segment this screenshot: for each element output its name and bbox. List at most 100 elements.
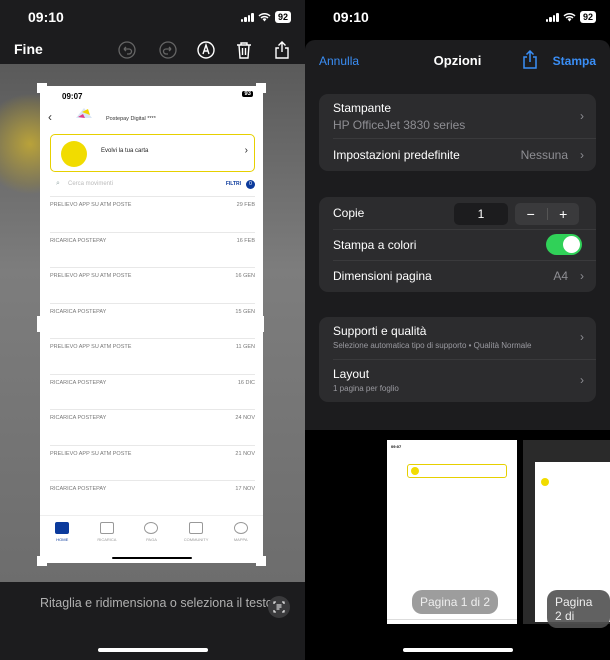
chat-icon	[189, 522, 204, 534]
transaction-row: RICARICA POSTEPAY 24 NOV	[50, 409, 255, 445]
tab-ricarica: RICARICA	[87, 516, 127, 563]
search-icon: ⌕	[56, 180, 60, 187]
battery-icon: 92	[274, 11, 291, 23]
filter-count: 0	[246, 180, 255, 189]
screenshot-preview: 09:07 93 ‹ Postepay Digital **** Evolvi …	[40, 86, 263, 563]
share-icon[interactable]	[522, 50, 538, 69]
media-layout-group: Supporti e qualità Selezione automatica …	[319, 317, 596, 402]
tab-home: HOME	[42, 516, 82, 563]
map-pin-icon	[233, 522, 248, 534]
account-name: Postepay Digital ****	[106, 116, 156, 122]
print-options-panel: 09:10 92 Annulla Opzioni Stampa Stampant…	[305, 0, 610, 660]
search-placeholder: Cerca movimenti	[68, 181, 114, 187]
crop-hint-text: Ritaglia e ridimensiona o seleziona il t…	[40, 596, 273, 610]
back-arrow-icon: ‹	[48, 110, 52, 124]
tab-mappa: MAPPA	[221, 516, 261, 563]
status-time: 09:10	[28, 9, 64, 25]
transaction-row: RICARICA POSTEPAY 17 NOV	[50, 480, 255, 516]
chevron-right-icon: ›	[580, 330, 584, 344]
crop-handle-bottom-right[interactable]	[256, 556, 266, 566]
increment-button[interactable]: +	[548, 203, 580, 225]
media-quality-sub: Selezione automatica tipo di supporto • …	[333, 341, 532, 350]
color-toggle[interactable]	[546, 234, 582, 255]
status-bar: 09:10 92	[305, 0, 610, 36]
chevron-right-icon: ›	[244, 145, 248, 156]
crop-handle-top-left[interactable]	[37, 83, 47, 93]
postepay-logo-icon	[76, 108, 92, 118]
crop-handle-right[interactable]	[260, 316, 264, 332]
color-label: Stampa a colori	[333, 238, 417, 252]
presets-row[interactable]: Impostazioni predefinite Nessuna ›	[319, 139, 596, 171]
crop-handle-left[interactable]	[37, 316, 47, 332]
filter-label: FILTRI	[225, 181, 241, 187]
page-2-label: Pagina 2 di	[547, 590, 610, 628]
wallet-icon	[99, 522, 114, 534]
copies-label: Copie	[333, 206, 365, 220]
transaction-row: PRELIEVO APP SU ATM POSTE 21 NOV	[50, 444, 255, 481]
media-quality-label: Supporti e qualità	[333, 324, 427, 338]
transaction-row: RICARICA POSTEPAY 15 GEN	[50, 302, 255, 339]
transaction-row: RICARICA POSTEPAY 16 FEB	[50, 231, 255, 268]
preview-status-time: 09:07	[62, 92, 83, 101]
chevron-right-icon: ›	[580, 373, 584, 387]
done-button[interactable]: Fine	[14, 41, 43, 57]
paper-size-value: A4	[553, 269, 568, 283]
paper-size-label: Dimensioni pagina	[333, 269, 432, 283]
wifi-icon	[563, 13, 576, 22]
media-quality-row[interactable]: Supporti e qualità Selezione automatica …	[319, 317, 596, 359]
crop-handle-bottom-left[interactable]	[37, 556, 47, 566]
printer-group: Stampante HP OfficeJet 3830 series › Imp…	[319, 94, 596, 171]
transactions-list: PRELIEVO APP SU ATM POSTE 29 FEB RICARICA…	[40, 196, 263, 516]
home-icon	[55, 522, 70, 534]
page-1-label: Pagina 1 di 2	[412, 590, 499, 614]
transaction-row: PRELIEVO APP SU ATM POSTE 29 FEB	[50, 196, 255, 232]
tab-paga: PAGA	[131, 516, 171, 563]
home-indicator	[98, 648, 208, 652]
trash-icon[interactable]	[233, 39, 255, 61]
printer-row[interactable]: Stampante HP OfficeJet 3830 series ›	[319, 94, 596, 138]
layout-row[interactable]: Layout 1 pagina per foglio ›	[319, 360, 596, 402]
screenshot-canvas[interactable]: 09:07 93 ‹ Postepay Digital **** Evolvi …	[0, 64, 305, 582]
euro-icon	[144, 522, 159, 534]
presets-value: Nessuna	[520, 148, 568, 162]
copies-row: Copie 1 − +	[319, 197, 596, 229]
text-select-icon[interactable]	[268, 596, 290, 618]
home-indicator	[403, 648, 513, 652]
printer-value: HP OfficeJet 3830 series	[333, 118, 466, 132]
print-preview-area[interactable]: 09:07 Pagina 1 di 2 Pagina 2 di	[305, 430, 610, 660]
layout-sub: 1 pagina per foglio	[333, 384, 399, 393]
battery-icon: 92	[579, 11, 596, 23]
print-button[interactable]: Stampa	[553, 54, 596, 68]
transaction-row: PRELIEVO APP SU ATM POSTE 11 GEN	[50, 338, 255, 374]
layout-label: Layout	[333, 367, 370, 381]
share-icon[interactable]	[271, 39, 293, 61]
chevron-right-icon: ›	[580, 269, 584, 283]
print-nav-bar: Annulla Opzioni Stampa	[305, 40, 610, 80]
redo-icon[interactable]	[157, 39, 179, 61]
decrement-button[interactable]: −	[515, 203, 547, 225]
editor-toolbar: Fine	[0, 36, 305, 64]
copies-group: Copie 1 − + Stampa a colori Dimensioni p…	[319, 197, 596, 292]
markup-pen-icon[interactable]	[195, 39, 217, 61]
transaction-row: PRELIEVO APP SU ATM POSTE 16 GEN	[50, 267, 255, 303]
card-upgrade-icon	[61, 141, 87, 167]
presets-label: Impostazioni predefinite	[333, 148, 460, 162]
crop-handle-top-right[interactable]	[256, 83, 266, 93]
printer-label: Stampante	[333, 101, 392, 115]
preview-battery: 93	[242, 91, 253, 97]
signal-icon	[240, 12, 254, 22]
copies-stepper[interactable]: − +	[515, 203, 579, 225]
color-row: Stampa a colori	[319, 229, 596, 261]
search-bar: ⌕ Cerca movimenti FILTRI 0	[40, 178, 263, 196]
signal-icon	[545, 12, 559, 22]
paper-size-row[interactable]: Dimensioni pagina A4 ›	[319, 260, 596, 292]
undo-icon[interactable]	[116, 39, 138, 61]
print-options-sheet: Annulla Opzioni Stampa Stampante HP Offi…	[305, 40, 610, 430]
markup-editor-panel: 09:10 92 Fine 09:07 93 ‹ Postepay Digita…	[0, 0, 305, 660]
promo-text: Evolvi la tua carta	[101, 148, 149, 154]
status-time: 09:10	[333, 9, 369, 25]
chevron-right-icon: ›	[580, 109, 584, 123]
copies-field[interactable]: 1	[454, 203, 508, 225]
transaction-row: RICARICA POSTEPAY 16 DIC	[50, 373, 255, 410]
wifi-icon	[258, 13, 271, 22]
